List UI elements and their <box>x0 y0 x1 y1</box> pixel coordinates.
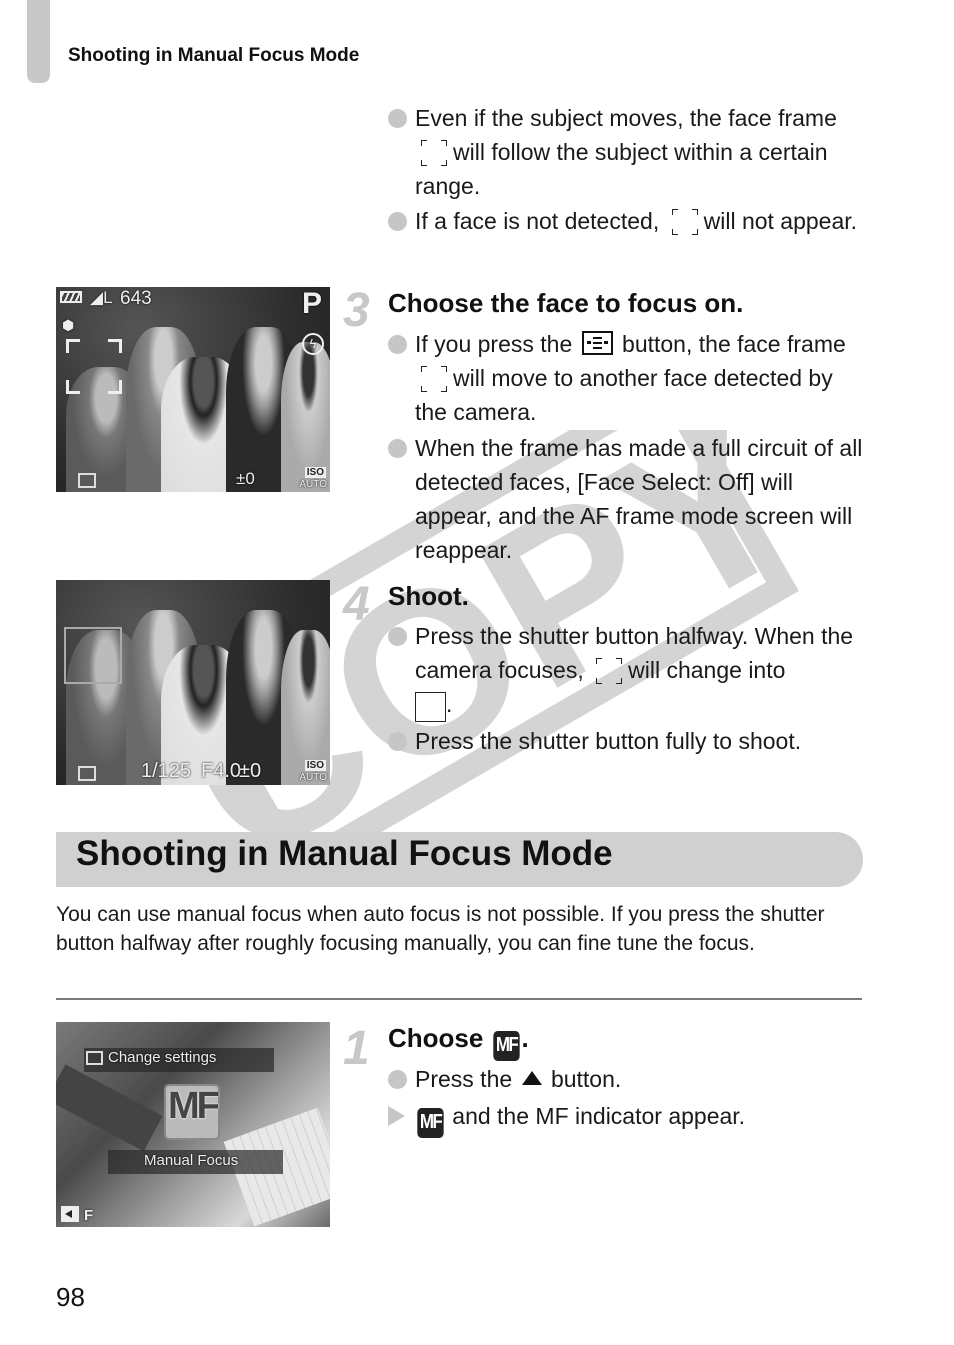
exposure-compensation: ±0 <box>239 760 262 782</box>
top-bullet-list: Even if the subject moves, the face fram… <box>388 101 868 238</box>
running-header: Shooting in Manual Focus Mode <box>68 45 360 66</box>
metering-icon <box>78 473 96 488</box>
face-frame-icon <box>670 207 700 237</box>
bullet-item: Press the shutter button halfway. When t… <box>388 619 868 722</box>
bullet-item: Even if the subject moves, the face fram… <box>388 101 868 203</box>
flash-off-icon: ϟ <box>302 333 324 355</box>
bullet-item: If a face is not detected, will not appe… <box>388 204 868 238</box>
bullet-item: Press the shutter button fully to shoot. <box>388 724 868 758</box>
step1-bullet-list: Press the button. MF and the MF indicato… <box>388 1062 868 1138</box>
face-select-button-icon <box>581 331 613 355</box>
step-number: 3 <box>343 284 370 337</box>
mf-mode-icon: MF <box>168 1085 220 1127</box>
up-button-icon <box>521 1071 542 1085</box>
af-focus-frame <box>64 627 122 684</box>
mf-icon: MF <box>417 1108 444 1138</box>
shutter-speed: 1/125 <box>141 760 192 782</box>
shooting-mode: P <box>301 287 322 320</box>
camera-orientation-icon: ⬢ <box>62 317 75 333</box>
step-title: Choose the face to focus on. <box>388 288 744 318</box>
macro-focus-icon: F <box>84 1207 94 1224</box>
metering-icon <box>78 766 96 781</box>
step-number: 4 <box>343 578 370 631</box>
iso-label: ISO <box>304 760 326 771</box>
face-detect-frame <box>66 339 122 394</box>
face-frame-icon <box>594 656 624 686</box>
battery-icon <box>60 291 82 303</box>
change-settings-label: Change settings <box>108 1049 217 1066</box>
iso-value: AUTO <box>299 772 327 783</box>
section-intro: You can use manual focus when auto focus… <box>56 903 825 955</box>
iso-label: ISO <box>304 467 326 478</box>
step4-bullet-list: Press the shutter button halfway. When t… <box>388 619 868 758</box>
step-title: Choose MF. <box>388 1023 529 1061</box>
bullet-item: Press the button. <box>388 1062 868 1096</box>
camera-screen-face-select: ◢L 643 P ⬢ ϟ ±0 ISO AUTO <box>56 287 330 492</box>
exposure-compensation: ±0 <box>236 469 255 488</box>
divider <box>56 998 862 1000</box>
metering-icon <box>86 1051 103 1065</box>
step-number: 1 <box>343 1022 370 1075</box>
step3-bullet-list: If you press the button, the face frame … <box>388 327 868 567</box>
camera-screen-focused: 1/125 F4.0 ±0 ISO AUTO <box>56 580 330 785</box>
bullet-item: If you press the button, the face frame … <box>388 327 868 429</box>
step-title: Shoot. <box>388 581 469 611</box>
chapter-tab <box>27 0 50 83</box>
shots-remaining: 643 <box>120 288 152 309</box>
quality-indicator: ◢L <box>90 288 113 307</box>
manual-focus-label: Manual Focus <box>144 1152 239 1169</box>
aperture-value: F4.0 <box>201 760 242 782</box>
page-number: 98 <box>56 1282 85 1312</box>
camera-screen-manual-focus: Change settings MF Manual Focus F <box>56 1022 330 1227</box>
mf-icon: MF <box>492 1031 520 1061</box>
iso-value: AUTO <box>299 479 327 490</box>
section-title: Shooting in Manual Focus Mode <box>76 834 613 873</box>
face-frame-icon <box>419 138 449 168</box>
bullet-item: When the frame has made a full circuit o… <box>388 431 868 567</box>
focus-frame-icon <box>415 692 446 722</box>
face-frame-icon <box>419 364 449 394</box>
result-item: MF and the MF indicator appear. <box>388 1099 868 1138</box>
